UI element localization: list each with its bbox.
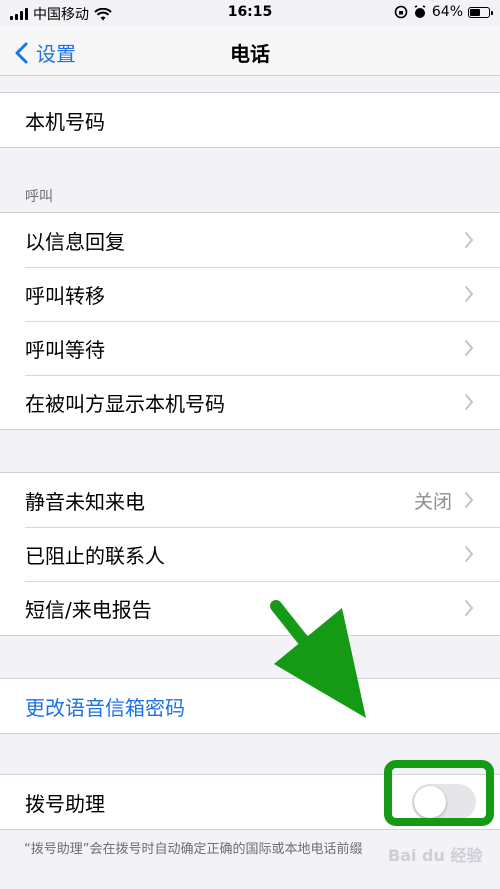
battery-level-fill <box>470 8 480 16</box>
nav-bar: 设置 电话 <box>0 26 500 76</box>
highlight-box <box>384 760 494 826</box>
alarm-icon <box>414 5 426 18</box>
chevron-right-icon <box>465 492 474 508</box>
change-voicemail-password-link[interactable]: 更改语音信箱密码 <box>0 679 500 733</box>
show-caller-id-row[interactable]: 在被叫方显示本机号码 <box>0 375 500 429</box>
rotation-lock-icon <box>394 5 408 19</box>
calls-group: 以信息回复 呼叫转移 呼叫等待 在被叫方显示本机号码 <box>0 212 500 430</box>
chevron-right-icon <box>465 286 474 302</box>
call-forwarding-row[interactable]: 呼叫转移 <box>0 267 500 321</box>
row-label: 呼叫转移 <box>25 283 105 308</box>
sms-call-reporting-row[interactable]: 短信/来电报告 <box>0 581 500 635</box>
row-value: 关闭 <box>413 491 452 513</box>
arrow-down-right-icon <box>270 600 366 718</box>
respond-with-text-row[interactable]: 以信息回复 <box>0 213 500 267</box>
my-number-group: 本机号码 <box>0 92 500 148</box>
battery-icon <box>468 6 493 18</box>
silence-group: 静音未知来电 关闭 已阻止的联系人 短信/来电报告 <box>0 472 500 636</box>
row-label: 已阻止的联系人 <box>25 543 165 568</box>
dial-assist-label: 拨号助理 <box>25 791 105 816</box>
row-label: 静音未知来电 <box>25 489 145 514</box>
my-number-label: 本机号码 <box>25 109 105 134</box>
watermark: Bai du 经验 <box>388 846 483 865</box>
voicemail-group: 更改语音信箱密码 <box>0 678 500 734</box>
chevron-right-icon <box>465 546 474 562</box>
row-label: 呼叫等待 <box>25 337 105 362</box>
calls-section-header: 呼叫 <box>25 189 53 205</box>
blocked-contacts-row[interactable]: 已阻止的联系人 <box>0 527 500 581</box>
chevron-right-icon <box>465 394 474 410</box>
battery-percent: 64% <box>431 4 463 20</box>
silence-unknown-callers-row[interactable]: 静音未知来电 关闭 <box>0 473 500 527</box>
chevron-right-icon <box>465 232 474 248</box>
link-label: 更改语音信箱密码 <box>25 695 185 720</box>
chevron-right-icon <box>465 600 474 616</box>
row-label: 在被叫方显示本机号码 <box>25 391 225 416</box>
page-title: 电话 <box>230 42 270 66</box>
row-label: 短信/来电报告 <box>25 597 152 622</box>
row-label: 以信息回复 <box>25 229 125 254</box>
call-waiting-row[interactable]: 呼叫等待 <box>0 321 500 375</box>
status-bar: 中国移动 16:15 64% <box>0 0 500 26</box>
chevron-right-icon <box>465 340 474 356</box>
status-right: 64% <box>394 4 493 20</box>
my-number-row[interactable]: 本机号码 <box>0 93 500 147</box>
